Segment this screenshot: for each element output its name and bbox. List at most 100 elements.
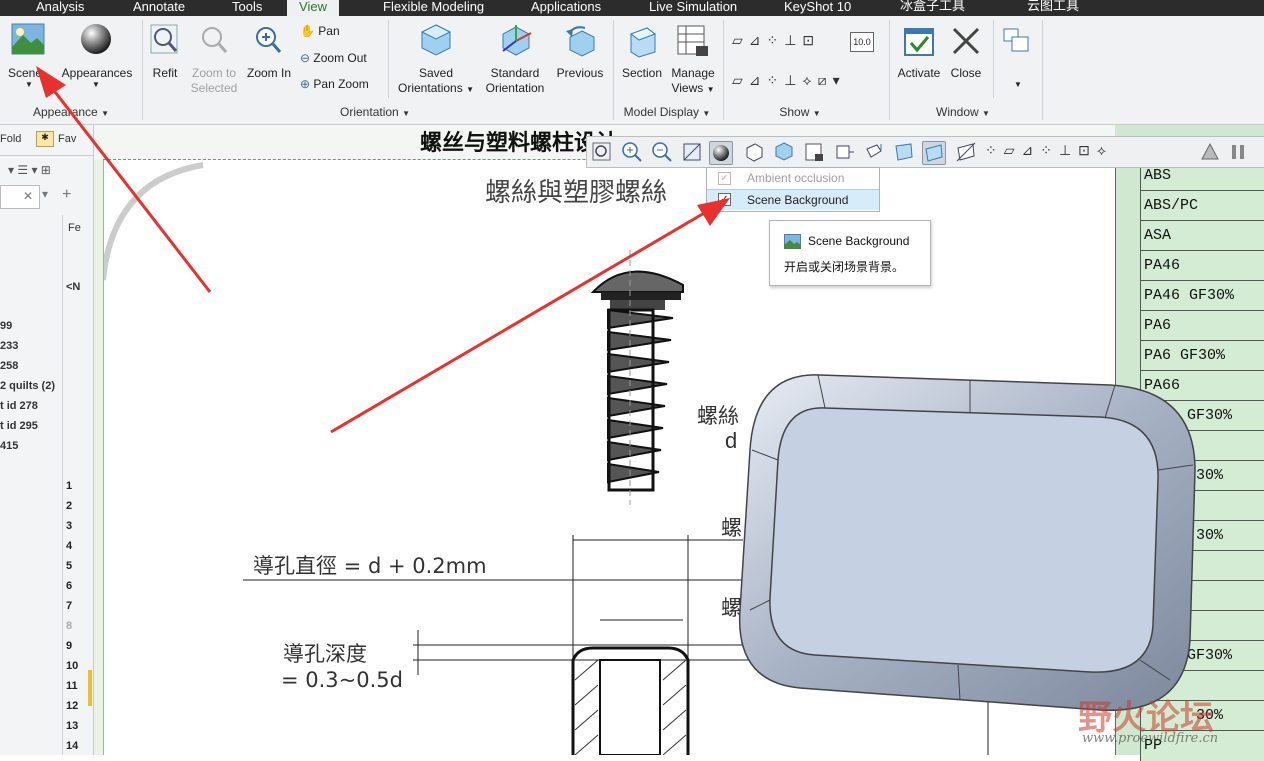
standard-orientation-button[interactable]: Standard Orientation xyxy=(482,66,548,96)
pause-icon[interactable] xyxy=(1227,141,1249,163)
spin-center-icon[interactable] xyxy=(893,141,915,163)
tree-item[interactable]: 233 xyxy=(0,340,18,352)
line-number: 1 xyxy=(66,480,73,492)
ambient-occlusion-item[interactable]: ✓ Ambient occlusion xyxy=(707,168,879,188)
tab-live-simulation[interactable]: Live Simulation xyxy=(649,0,737,16)
tab-icebox-tools[interactable]: 冰盒子工具 xyxy=(900,0,965,16)
tree-settings-icon[interactable]: ▾ ☰ ▾ ⊞ xyxy=(8,163,51,177)
line-number: 14 xyxy=(66,740,79,752)
tree-search-input[interactable]: ✕ xyxy=(0,185,40,209)
pan-zoom-icon: ⊕ xyxy=(300,77,311,91)
datum-display-icons[interactable]: ⁘▱⊿⁘⊥⊡⟡ xyxy=(985,142,1113,159)
drawing-subtitle: 螺絲與塑膠螺絲 xyxy=(485,178,668,208)
section-button[interactable]: Section xyxy=(617,66,667,81)
pan-zoom-button[interactable]: ⊕ Pan Zoom xyxy=(300,77,369,91)
tree-item[interactable]: 2 quilts (2) xyxy=(0,380,55,392)
saved-orientations-icon[interactable] xyxy=(743,141,765,163)
group-show-label[interactable]: Show ▼ xyxy=(760,105,840,119)
show-readout-icon[interactable]: 10.0 xyxy=(850,32,874,52)
tree-item[interactable]: 99 xyxy=(0,320,12,332)
repaint-icon[interactable] xyxy=(681,141,703,163)
material-cell: ASA xyxy=(1140,220,1264,251)
tree-item[interactable]: 415 xyxy=(0,440,18,452)
divider xyxy=(0,155,93,156)
previous-button[interactable]: Previous xyxy=(552,66,608,81)
rounded-frame-part-3d[interactable] xyxy=(730,370,1200,720)
zoom-out-button[interactable]: ⊖ Zoom Out xyxy=(300,51,367,65)
manage-views-button[interactable]: Manage Views ▼ xyxy=(664,66,722,97)
ambient-occlusion-checkbox[interactable]: ✓ xyxy=(718,172,731,185)
activate-button[interactable]: Activate xyxy=(893,66,945,81)
group-orientation-label[interactable]: Orientation ▼ xyxy=(300,105,450,119)
tree-item[interactable]: t id 295 xyxy=(0,420,38,432)
scroll-marker xyxy=(88,670,92,706)
view-manager-icon[interactable] xyxy=(773,141,795,163)
standard-orientation-icon xyxy=(502,25,532,56)
dropdown-chevron-icon[interactable]: ▾ xyxy=(42,187,48,201)
display-options-menu: ✓ Ambient occlusion ✓ Scene Background xyxy=(706,167,880,212)
model-tree-panel: Fold ✱ Fav ▾ ☰ ▾ ⊞ ✕ ▾ + Fe <N 99 233 25… xyxy=(0,125,94,755)
tab-cloud-tools[interactable]: 云图工具 xyxy=(1027,0,1079,16)
previous-orientation-icon xyxy=(566,26,595,57)
axis-display-icon[interactable] xyxy=(955,141,977,163)
line-number: 4 xyxy=(66,540,73,552)
column-divider xyxy=(62,215,63,755)
perspective-icon[interactable] xyxy=(863,141,885,163)
display-style-sphere-icon[interactable] xyxy=(709,141,733,165)
zoom-out-icon[interactable] xyxy=(651,141,673,163)
datum-display-icons-row1[interactable]: ▱⊿⁘⊥⊡ xyxy=(732,32,820,49)
annotation-display-icon[interactable] xyxy=(1199,141,1221,163)
refit-icon xyxy=(150,24,178,54)
appearances-chevron-down-icon[interactable]: ▼ xyxy=(92,80,100,89)
window-chevron-down-icon[interactable]: ▼ xyxy=(1014,80,1022,89)
group-window-label[interactable]: Window ▼ xyxy=(918,105,1008,119)
section-icon[interactable] xyxy=(833,141,855,163)
line-number: 7 xyxy=(66,600,73,612)
tab-keyshot[interactable]: KeyShot 10 xyxy=(784,0,851,16)
tooltip-description: 开启或关闭场景背景。 xyxy=(784,260,905,274)
column-header[interactable]: Fe xyxy=(68,222,81,234)
pan-button[interactable]: ✋ Pan xyxy=(300,24,340,38)
tab-favorites[interactable]: Fav xyxy=(58,133,76,145)
scene-button[interactable]: Scene xyxy=(5,66,45,81)
group-model-display-label[interactable]: Model Display ▼ xyxy=(617,105,717,119)
tree-item[interactable]: t id 278 xyxy=(0,400,38,412)
saved-orientations-button[interactable]: Saved Orientations ▼ xyxy=(392,66,480,97)
line-number: 13 xyxy=(66,720,79,732)
tab-analysis[interactable]: Analysis xyxy=(36,0,84,16)
separator xyxy=(142,20,143,120)
tooltip-title: Scene Background xyxy=(808,234,910,248)
refit-icon[interactable] xyxy=(591,141,613,163)
tree-item[interactable]: <N xyxy=(66,281,80,293)
line-number: 6 xyxy=(66,580,73,592)
activate-icon xyxy=(904,28,934,56)
zoom-in-icon[interactable] xyxy=(621,141,643,163)
manage-views-icon[interactable] xyxy=(803,141,825,163)
tab-folder-browser[interactable]: Fold xyxy=(0,133,21,145)
tab-view[interactable]: View xyxy=(287,0,339,16)
scene-background-checkbox[interactable]: ✓ xyxy=(718,193,731,206)
tree-item[interactable]: 258 xyxy=(0,360,18,372)
tab-applications[interactable]: Applications xyxy=(531,0,601,16)
zoom-in-button[interactable]: Zoom In xyxy=(243,66,295,81)
clear-icon[interactable]: ✕ xyxy=(23,189,33,203)
add-icon[interactable]: + xyxy=(62,186,71,204)
zoom-in-icon xyxy=(256,27,282,53)
plane-display-icon[interactable] xyxy=(922,141,946,165)
zoom-to-selected-button[interactable]: Zoom to Selected xyxy=(186,66,242,96)
zoom-out-icon: ⊖ xyxy=(300,51,311,65)
refit-button[interactable]: Refit xyxy=(146,66,184,81)
hole-depth-label-1: 導孔深度 xyxy=(283,642,367,666)
group-appearance-label[interactable]: Appearance ▼ xyxy=(30,105,112,119)
tab-annotate[interactable]: Annotate xyxy=(133,0,185,16)
scene-chevron-down-icon[interactable]: ▼ xyxy=(25,80,33,89)
scene-background-item[interactable]: ✓ Scene Background xyxy=(707,189,879,210)
windows-tile-icon[interactable] xyxy=(1000,25,1032,57)
close-window-button[interactable]: Close xyxy=(944,66,988,81)
close-window-icon xyxy=(952,27,980,55)
tab-flexible-modeling[interactable]: Flexible Modeling xyxy=(383,0,484,16)
datum-display-icons-row2[interactable]: ▱⊿⁘⊥⟡⧄▾ xyxy=(732,72,846,89)
tab-tools[interactable]: Tools xyxy=(232,0,262,16)
appearances-button[interactable]: Appearances xyxy=(57,66,137,81)
material-cell: PA6 xyxy=(1140,310,1264,341)
